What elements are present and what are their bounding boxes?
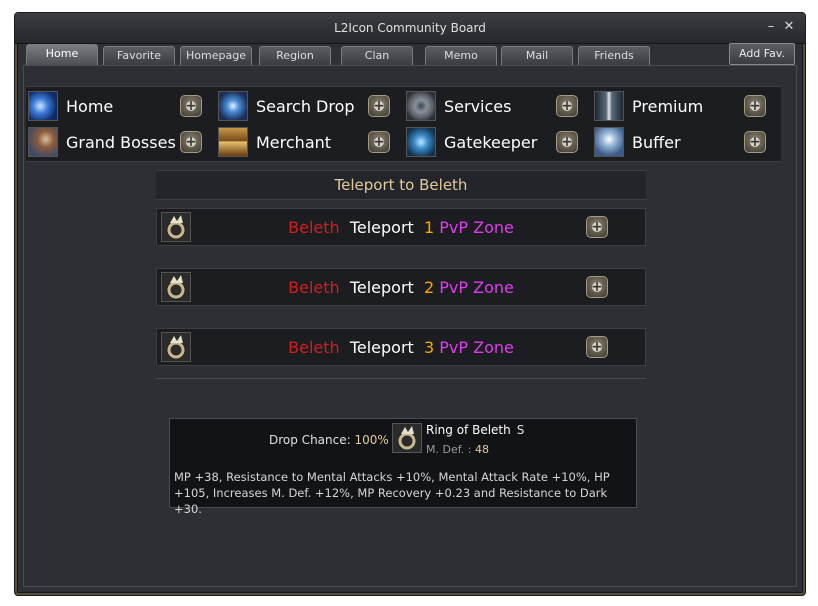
menu-item-gatekeeper[interactable]: Gatekeeper [406, 125, 586, 159]
sword-icon [594, 91, 624, 121]
tab-clan[interactable]: Clan [341, 46, 413, 65]
teleport-label: Beleth Teleport 3 PvP Zone [157, 338, 645, 357]
teleport-row[interactable]: Beleth Teleport 1 PvP Zone [156, 208, 646, 246]
community-board-window: L2Icon Community Board – ✕ Home Favorite… [14, 12, 806, 596]
item-mdef: M. Def. : 48 [426, 443, 489, 456]
teleport-row[interactable]: Beleth Teleport 2 PvP Zone [156, 268, 646, 306]
menu-item-merchant[interactable]: Merchant [218, 125, 398, 159]
teleport-word: Teleport [349, 278, 414, 297]
drop-chance: Drop Chance: 100% [269, 433, 389, 447]
menu-label: Gatekeeper [444, 133, 538, 152]
menu-item-grand-bosses[interactable]: Grand Bosses [28, 125, 208, 159]
teleport-number: 1 [423, 218, 435, 237]
close-button[interactable]: ✕ [781, 19, 797, 35]
menu-item-home[interactable]: Home [28, 89, 208, 123]
zone-type: PvP Zone [439, 338, 514, 357]
chest-icon [218, 127, 248, 157]
tab-mail[interactable]: Mail [501, 46, 573, 65]
boss-name: Beleth [288, 338, 340, 357]
add-gatekeeper-button[interactable] [556, 131, 578, 153]
add-grand-bosses-button[interactable] [180, 131, 202, 153]
teleport-word: Teleport [349, 218, 414, 237]
add-premium-button[interactable] [744, 95, 766, 117]
menu-label: Home [66, 97, 114, 116]
item-info-box: Drop Chance: 100% Ring of Beleth S M. Def… [169, 418, 637, 516]
item-grade: S [516, 423, 525, 437]
zone-type: PvP Zone [439, 278, 514, 297]
item-name: Ring of Beleth S [426, 423, 524, 437]
teleport-number: 3 [423, 338, 435, 357]
menu-item-buffer[interactable]: Buffer [594, 125, 774, 159]
teleport-button[interactable] [586, 276, 608, 298]
section-header: Teleport to Beleth [156, 170, 646, 200]
tab-home[interactable]: Home [26, 44, 98, 65]
menu-label: Grand Bosses [66, 133, 176, 152]
tab-friends[interactable]: Friends [578, 46, 650, 65]
menu-label: Buffer [632, 133, 681, 152]
drop-chance-value: 100% [354, 433, 389, 447]
add-merchant-button[interactable] [368, 131, 390, 153]
add-favorite-button[interactable]: Add Fav. [729, 43, 795, 65]
tab-bar: Home Favorite Homepage Region Clan Memo … [23, 43, 797, 65]
window-title: L2Icon Community Board [334, 21, 486, 35]
portal-icon [406, 127, 436, 157]
teleport-label: Beleth Teleport 2 PvP Zone [157, 278, 645, 297]
item-name-text: Ring of Beleth [426, 423, 511, 437]
mdef-value: 48 [475, 443, 489, 456]
add-buffer-button[interactable] [744, 131, 766, 153]
section-title: Teleport to Beleth [334, 176, 468, 194]
tab-favorite[interactable]: Favorite [103, 46, 175, 65]
teleport-button[interactable] [586, 336, 608, 358]
teleport-label: Beleth Teleport 1 PvP Zone [157, 218, 645, 237]
teleport-row[interactable]: Beleth Teleport 3 PvP Zone [156, 328, 646, 366]
gear-icon [406, 91, 436, 121]
item-description: MP +38, Resistance to Mental Attacks +10… [174, 470, 610, 516]
menu-label: Merchant [256, 133, 332, 152]
main-menu: Home Search Drop Services Premium [26, 86, 781, 162]
menu-item-premium[interactable]: Premium [594, 89, 774, 123]
mdef-label: M. Def. : [426, 443, 472, 456]
board-content: Home Search Drop Services Premium [23, 65, 797, 587]
ring-icon[interactable] [392, 423, 422, 453]
minimize-button[interactable]: – [763, 19, 779, 35]
zone-type: PvP Zone [439, 218, 514, 237]
menu-label: Search Drop [256, 97, 355, 116]
title-bar[interactable]: L2Icon Community Board – ✕ [15, 13, 805, 44]
add-services-button[interactable] [556, 95, 578, 117]
divider [156, 378, 646, 379]
add-home-button[interactable] [180, 95, 202, 117]
angel-icon [594, 127, 624, 157]
magic-icon [218, 91, 248, 121]
tab-homepage[interactable]: Homepage [180, 46, 252, 65]
boss-name: Beleth [288, 278, 340, 297]
add-search-drop-button[interactable] [368, 95, 390, 117]
drop-chance-label: Drop Chance: [269, 433, 351, 447]
teleport-number: 2 [423, 278, 435, 297]
tab-memo[interactable]: Memo [425, 46, 497, 65]
menu-item-services[interactable]: Services [406, 89, 586, 123]
menu-item-search-drop[interactable]: Search Drop [218, 89, 398, 123]
tab-region[interactable]: Region [259, 46, 331, 65]
menu-label: Services [444, 97, 512, 116]
dragon-icon [28, 127, 58, 157]
teleport-button[interactable] [586, 216, 608, 238]
teleport-word: Teleport [349, 338, 414, 357]
star-burst-icon [28, 91, 58, 121]
boss-name: Beleth [288, 218, 340, 237]
menu-label: Premium [632, 97, 704, 116]
